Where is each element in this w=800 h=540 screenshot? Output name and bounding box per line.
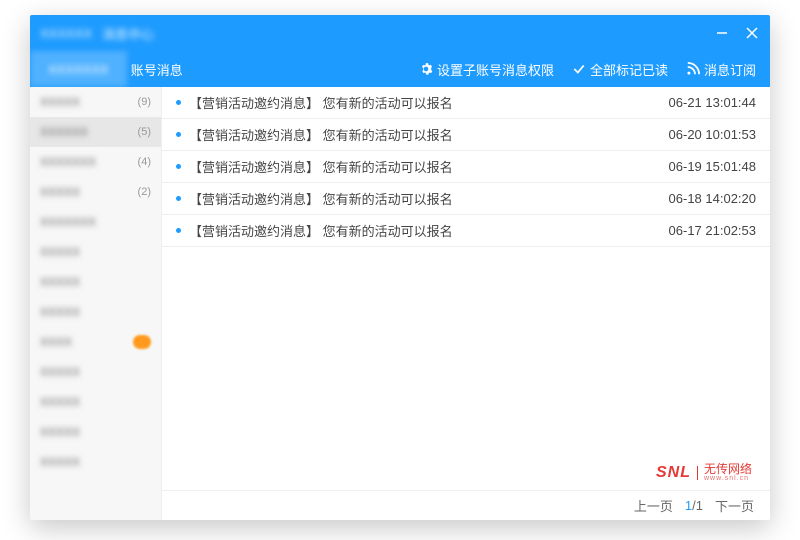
action-label: 消息订阅 <box>704 60 756 79</box>
sidebar-item-8[interactable]: XXXX <box>30 327 161 357</box>
sidebar-item-label: XXXXX <box>40 185 80 199</box>
sidebar-item-3[interactable]: XXXXX (2) <box>30 177 161 207</box>
unread-dot-icon <box>176 164 181 169</box>
sidebar-item-6[interactable]: XXXXX <box>30 267 161 297</box>
brand-logo-text: SNL <box>656 464 691 482</box>
unread-dot-icon <box>176 132 181 137</box>
app-name: XXXXXX <box>40 26 92 41</box>
message-title: 【营销活动邀约消息】 您有新的活动可以报名 <box>189 125 453 144</box>
prev-page-button[interactable]: 上一页 <box>634 496 673 515</box>
sidebar-item-1[interactable]: XXXXXX (5) <box>30 117 161 147</box>
sidebar-item-label: XXXXX <box>40 275 80 289</box>
sidebar-item-label: XXXXX <box>40 365 80 379</box>
message-row[interactable]: 【营销活动邀约消息】 您有新的活动可以报名 06-20 10:01:53 <box>162 119 770 151</box>
message-row[interactable]: 【营销活动邀约消息】 您有新的活动可以报名 06-19 15:01:48 <box>162 151 770 183</box>
toolbar: XXXXXXX 账号消息 设置子账号消息权限 全部标记已读 <box>30 51 770 87</box>
sidebar-item-11[interactable]: XXXXX <box>30 417 161 447</box>
message-title: 【营销活动邀约消息】 您有新的活动可以报名 <box>189 221 453 240</box>
pager: 上一页 1/1 下一页 <box>162 490 770 520</box>
message-time: 06-21 13:01:44 <box>669 95 756 110</box>
tab-primary[interactable]: XXXXXXX <box>30 51 127 87</box>
message-row[interactable]: 【营销活动邀约消息】 您有新的活动可以报名 06-18 14:02:20 <box>162 183 770 215</box>
sidebar: XXXXX(9)XXXXXX(5)XXXXXXX(4)XXXXX(2)XXXXX… <box>30 87 162 520</box>
sidebar-item-5[interactable]: XXXXX <box>30 237 161 267</box>
action-label: 全部标记已读 <box>590 60 668 79</box>
message-title: 【营销活动邀约消息】 您有新的活动可以报名 <box>189 93 453 112</box>
sidebar-item-0[interactable]: XXXXX (9) <box>30 87 161 117</box>
titlebar: XXXXXX 消息中心 <box>30 15 770 51</box>
message-subscription[interactable]: 消息订阅 <box>686 60 756 79</box>
message-title: 【营销活动邀约消息】 您有新的活动可以报名 <box>189 189 453 208</box>
sidebar-item-label: XXXXX <box>40 305 80 319</box>
message-row[interactable]: 【营销活动邀约消息】 您有新的活动可以报名 06-21 13:01:44 <box>162 87 770 119</box>
message-row[interactable]: 【营销活动邀约消息】 您有新的活动可以报名 06-17 21:02:53 <box>162 215 770 247</box>
unread-dot-icon <box>176 228 181 233</box>
sidebar-item-label: XXXX <box>40 335 72 349</box>
message-time: 06-20 10:01:53 <box>669 127 756 142</box>
sidebar-item-label: XXXXX <box>40 245 80 259</box>
unread-dot-icon <box>176 196 181 201</box>
sidebar-item-7[interactable]: XXXXX <box>30 297 161 327</box>
sidebar-item-9[interactable]: XXXXX <box>30 357 161 387</box>
action-label: 设置子账号消息权限 <box>437 60 554 79</box>
message-time: 06-17 21:02:53 <box>669 223 756 238</box>
sidebar-badge <box>133 335 151 349</box>
sidebar-count: (4) <box>138 156 151 168</box>
settings-subaccount-permissions[interactable]: 设置子账号消息权限 <box>419 60 554 79</box>
sidebar-item-4[interactable]: XXXXXXX <box>30 207 161 237</box>
brand-watermark: SNL 无传网络 www.snl.cn <box>656 463 752 482</box>
minimize-button[interactable] <box>714 25 730 41</box>
check-icon <box>572 62 586 76</box>
mark-all-read[interactable]: 全部标记已读 <box>572 60 668 79</box>
sidebar-item-12[interactable]: XXXXX <box>30 447 161 477</box>
brand-url: www.snl.cn <box>704 475 752 482</box>
sidebar-item-2[interactable]: XXXXXXX (4) <box>30 147 161 177</box>
message-list: 【营销活动邀约消息】 您有新的活动可以报名06-21 13:01:44【营销活动… <box>162 87 770 490</box>
message-title: 【营销活动邀约消息】 您有新的活动可以报名 <box>189 157 453 176</box>
brand-name: 无传网络 <box>704 463 752 475</box>
sidebar-item-label: XXXXX <box>40 455 80 469</box>
window-title: 消息中心 <box>102 24 154 43</box>
total-pages: /1 <box>692 498 703 513</box>
sidebar-item-label: XXXXXXX <box>40 215 96 229</box>
sidebar-item-10[interactable]: XXXXX <box>30 387 161 417</box>
message-time: 06-19 15:01:48 <box>669 159 756 174</box>
gear-icon <box>419 62 433 76</box>
sidebar-count: (5) <box>138 126 151 138</box>
sidebar-count: (2) <box>138 186 151 198</box>
page-indicator: 1/1 <box>685 498 703 513</box>
unread-dot-icon <box>176 100 181 105</box>
close-button[interactable] <box>744 25 760 41</box>
sidebar-item-label: XXXXXX <box>40 125 88 139</box>
sidebar-count: (9) <box>138 96 151 108</box>
message-center-window: XXXXXX 消息中心 XXXXXXX 账号消息 <box>30 15 770 520</box>
sidebar-item-label: XXXXXXX <box>40 155 96 169</box>
tab-label: 账号消息 <box>131 60 183 79</box>
tab-account-messages[interactable]: 账号消息 <box>127 51 201 87</box>
message-time: 06-18 14:02:20 <box>669 191 756 206</box>
next-page-button[interactable]: 下一页 <box>715 496 754 515</box>
sidebar-item-label: XXXXX <box>40 95 80 109</box>
sidebar-item-label: XXXXX <box>40 395 80 409</box>
sidebar-item-label: XXXXX <box>40 425 80 439</box>
rss-icon <box>686 62 700 76</box>
